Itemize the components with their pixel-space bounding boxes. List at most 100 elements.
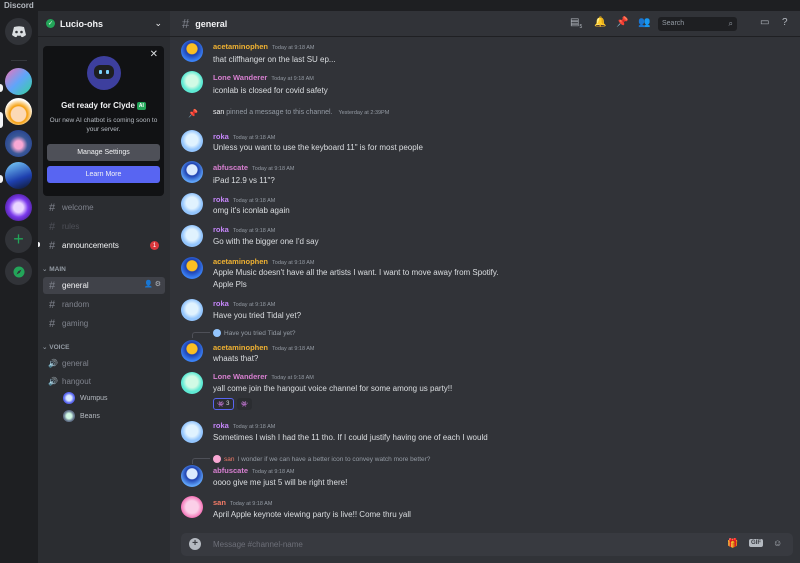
server-icon-4[interactable] <box>5 162 32 189</box>
avatar <box>181 130 203 152</box>
voice-channel-hangout[interactable]: 🔊 hangout <box>43 373 165 390</box>
username[interactable]: san <box>213 109 224 116</box>
message-text: Have you tried Tidal yet? <box>213 311 302 320</box>
threads-icon[interactable]: ▤5 <box>570 17 582 30</box>
window-title: Discord <box>4 1 34 10</box>
ai-badge: AI <box>136 102 146 110</box>
reactions: 👾 3 👾 <box>213 398 252 410</box>
party-emoji-icon: 👾 <box>240 401 248 408</box>
channel-sidebar: ✓ Lucio-ohs ⌄ ✕ Get ready for Clyde AI Ou… <box>38 11 170 563</box>
username[interactable]: Lone Wanderer <box>213 372 267 381</box>
message-text: Sometimes I wish I had the 11 tho. If I … <box>213 433 488 442</box>
avatar <box>181 161 203 183</box>
avatar <box>181 40 203 62</box>
hashtag-icon: # <box>48 239 56 252</box>
message-text: whaats that? <box>213 354 259 363</box>
help-icon[interactable]: ? <box>782 17 788 28</box>
unread-pill <box>0 175 3 183</box>
learn-more-button[interactable]: Learn More <box>47 166 160 183</box>
gift-icon[interactable]: 🎁 <box>727 538 738 549</box>
hashtag-icon: # <box>48 201 56 214</box>
username[interactable]: roka <box>213 421 229 430</box>
avatar <box>63 392 75 404</box>
username[interactable]: roka <box>213 225 229 234</box>
username[interactable]: acetaminophen <box>213 257 268 266</box>
channel-general[interactable]: # general 👤 ⚙ <box>43 277 165 294</box>
channel-tools[interactable]: 👤 ⚙ <box>144 280 161 288</box>
explore-servers-button[interactable] <box>5 258 32 285</box>
server-icon-1[interactable] <box>5 68 32 95</box>
username[interactable]: san <box>213 498 226 507</box>
channel-header: # general ▤5 🔔 📌 👥 Search ⌕ ▭ ? <box>170 11 800 37</box>
timestamp: Today at 9:18 AM <box>252 469 295 475</box>
channel-welcome[interactable]: # welcome <box>43 199 165 216</box>
reaction-button[interactable]: 👾 3 <box>213 398 234 410</box>
hashtag-icon: # <box>48 317 56 330</box>
reply-preview[interactable]: san I wonder if we can have a better ico… <box>213 455 430 463</box>
timestamp: Today at 9:18 AM <box>232 424 276 430</box>
message-input[interactable] <box>213 537 693 552</box>
timestamp: Today at 9:18 AM <box>232 198 276 204</box>
message-text: Apple Pls <box>213 280 247 289</box>
add-reaction-button[interactable]: 👾 <box>236 398 252 410</box>
username[interactable]: Lone Wanderer <box>213 73 267 82</box>
username[interactable]: abfuscate <box>213 466 248 475</box>
reply-preview[interactable]: Have you tried Tidal yet? <box>213 329 296 337</box>
channel-rules[interactable]: # rules <box>43 218 165 235</box>
username[interactable]: roka <box>213 132 229 141</box>
window-titlebar: Discord <box>0 0 800 11</box>
pin-icon[interactable]: 📌 <box>616 17 628 28</box>
home-button[interactable] <box>5 18 32 45</box>
gif-button[interactable]: GIF <box>749 539 763 547</box>
add-member-icon: 👤 <box>144 281 153 288</box>
timestamp: Today at 9:18 AM <box>252 166 295 172</box>
verified-check-icon: ✓ <box>46 19 55 28</box>
clyde-promo-card: ✕ Get ready for Clyde AI Our new AI chatb… <box>43 46 164 196</box>
message-text: that cliffhanger on the last SU ep... <box>213 55 336 64</box>
voice-user[interactable]: Beans <box>63 410 100 422</box>
timestamp: Today at 9:18 AM <box>271 375 314 381</box>
username[interactable]: acetaminophen <box>213 42 268 51</box>
avatar <box>213 455 221 463</box>
timestamp: Today at 9:18 AM <box>272 346 315 352</box>
channel-announcements[interactable]: # announcements 1 <box>43 237 165 254</box>
channel-random[interactable]: # random <box>43 296 165 313</box>
username[interactable]: roka <box>213 195 229 204</box>
message-text: iconlab is closed for covid safety <box>213 86 328 95</box>
chevron-down-icon: ⌄ <box>154 18 162 28</box>
add-server-button[interactable]: + <box>5 226 32 253</box>
manage-settings-button[interactable]: Manage Settings <box>47 144 160 161</box>
voice-channel-general[interactable]: 🔊 general <box>43 355 165 372</box>
message-text: omg it's iconlab again <box>213 206 290 215</box>
pin-icon: 📌 <box>188 109 198 118</box>
username[interactable]: acetaminophen <box>213 343 268 352</box>
close-icon[interactable]: ✕ <box>150 49 158 60</box>
avatar <box>181 193 203 215</box>
inbox-icon[interactable]: ▭ <box>760 17 769 28</box>
channel-gaming[interactable]: # gaming <box>43 315 165 332</box>
compass-icon <box>13 266 24 277</box>
username[interactable]: abfuscate <box>213 163 248 172</box>
message-text: yall come join the hangout voice channel… <box>213 384 453 393</box>
avatar <box>181 340 203 362</box>
voice-user[interactable]: Wumpus <box>63 392 108 404</box>
server-icon-lucio-ohs[interactable] <box>5 98 32 125</box>
category-main[interactable]: ⌄ MAIN <box>42 265 66 273</box>
message-text: Go with the bigger one I'd say <box>213 237 319 246</box>
bell-icon[interactable]: 🔔 <box>594 17 606 28</box>
emoji-icon[interactable]: ☺ <box>773 538 782 548</box>
server-header[interactable]: ✓ Lucio-ohs ⌄ <box>38 11 170 37</box>
hashtag-icon: # <box>48 298 56 311</box>
timestamp: Today at 9:18 AM <box>232 228 276 234</box>
message-text: oooo give me just 5 will be right there! <box>213 478 348 487</box>
search-input[interactable]: Search ⌕ <box>658 17 737 31</box>
avatar <box>181 465 203 487</box>
timestamp: Today at 9:18 AM <box>232 135 276 141</box>
attach-plus-icon[interactable]: + <box>189 538 201 550</box>
server-icon-3[interactable] <box>5 130 32 157</box>
message-list: acetaminophen Today at 9:18 AM that cliff… <box>170 37 800 522</box>
server-icon-5[interactable] <box>5 194 32 221</box>
username[interactable]: roka <box>213 299 229 308</box>
category-voice[interactable]: ⌄ VOICE <box>42 343 70 351</box>
members-icon[interactable]: 👥 <box>638 17 650 28</box>
